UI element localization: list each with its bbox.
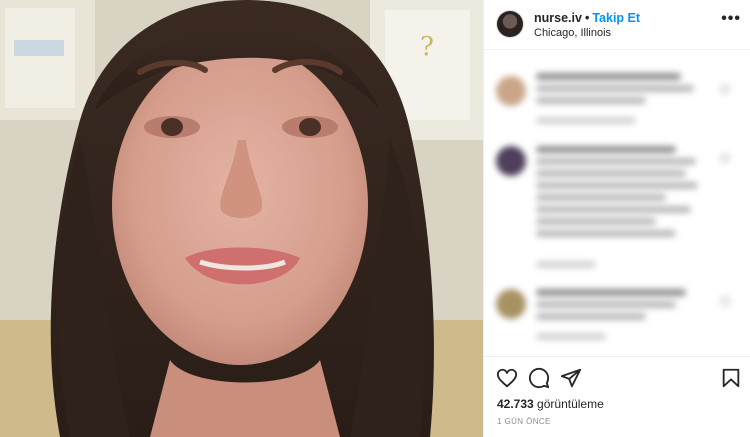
paper-plane-icon[interactable] bbox=[560, 367, 582, 389]
post-side-panel: nurse.iv • Takip Et Chicago, Illinois ••• bbox=[483, 0, 750, 437]
separator-dot: • bbox=[584, 11, 590, 25]
post-header: nurse.iv • Takip Et Chicago, Illinois ••• bbox=[484, 0, 750, 50]
comments-list bbox=[484, 51, 750, 356]
view-count-number: 42.733 bbox=[497, 397, 534, 411]
comment-like-icon[interactable] bbox=[720, 153, 730, 163]
post-timestamp[interactable]: 1 GÜN ÖNCE bbox=[497, 417, 551, 426]
location-link[interactable]: Chicago, Illinois bbox=[534, 27, 611, 39]
view-count[interactable]: 42.733 görüntüleme bbox=[497, 397, 604, 411]
heart-icon[interactable] bbox=[496, 367, 518, 389]
avatar[interactable] bbox=[497, 11, 523, 37]
comment-bubble-icon[interactable] bbox=[528, 367, 550, 389]
view-count-label: görüntüleme bbox=[537, 397, 604, 411]
post-actions: 42.733 görüntüleme 1 GÜN ÖNCE bbox=[484, 356, 750, 437]
bookmark-icon[interactable] bbox=[720, 367, 742, 389]
svg-text:?: ? bbox=[420, 32, 434, 62]
follow-button[interactable]: Takip Et bbox=[592, 11, 640, 25]
comment-like-icon[interactable] bbox=[720, 296, 730, 306]
comment-avatar bbox=[496, 76, 526, 106]
comment-avatar bbox=[496, 146, 526, 176]
comment-like-icon[interactable] bbox=[720, 84, 730, 94]
post-media-video[interactable]: ? bbox=[0, 0, 483, 437]
comment-avatar bbox=[496, 289, 526, 319]
video-frame: ? bbox=[0, 0, 483, 437]
user-row: nurse.iv • Takip Et bbox=[534, 11, 640, 25]
more-options-icon[interactable]: ••• bbox=[721, 10, 741, 28]
username-link[interactable]: nurse.iv bbox=[534, 11, 582, 25]
